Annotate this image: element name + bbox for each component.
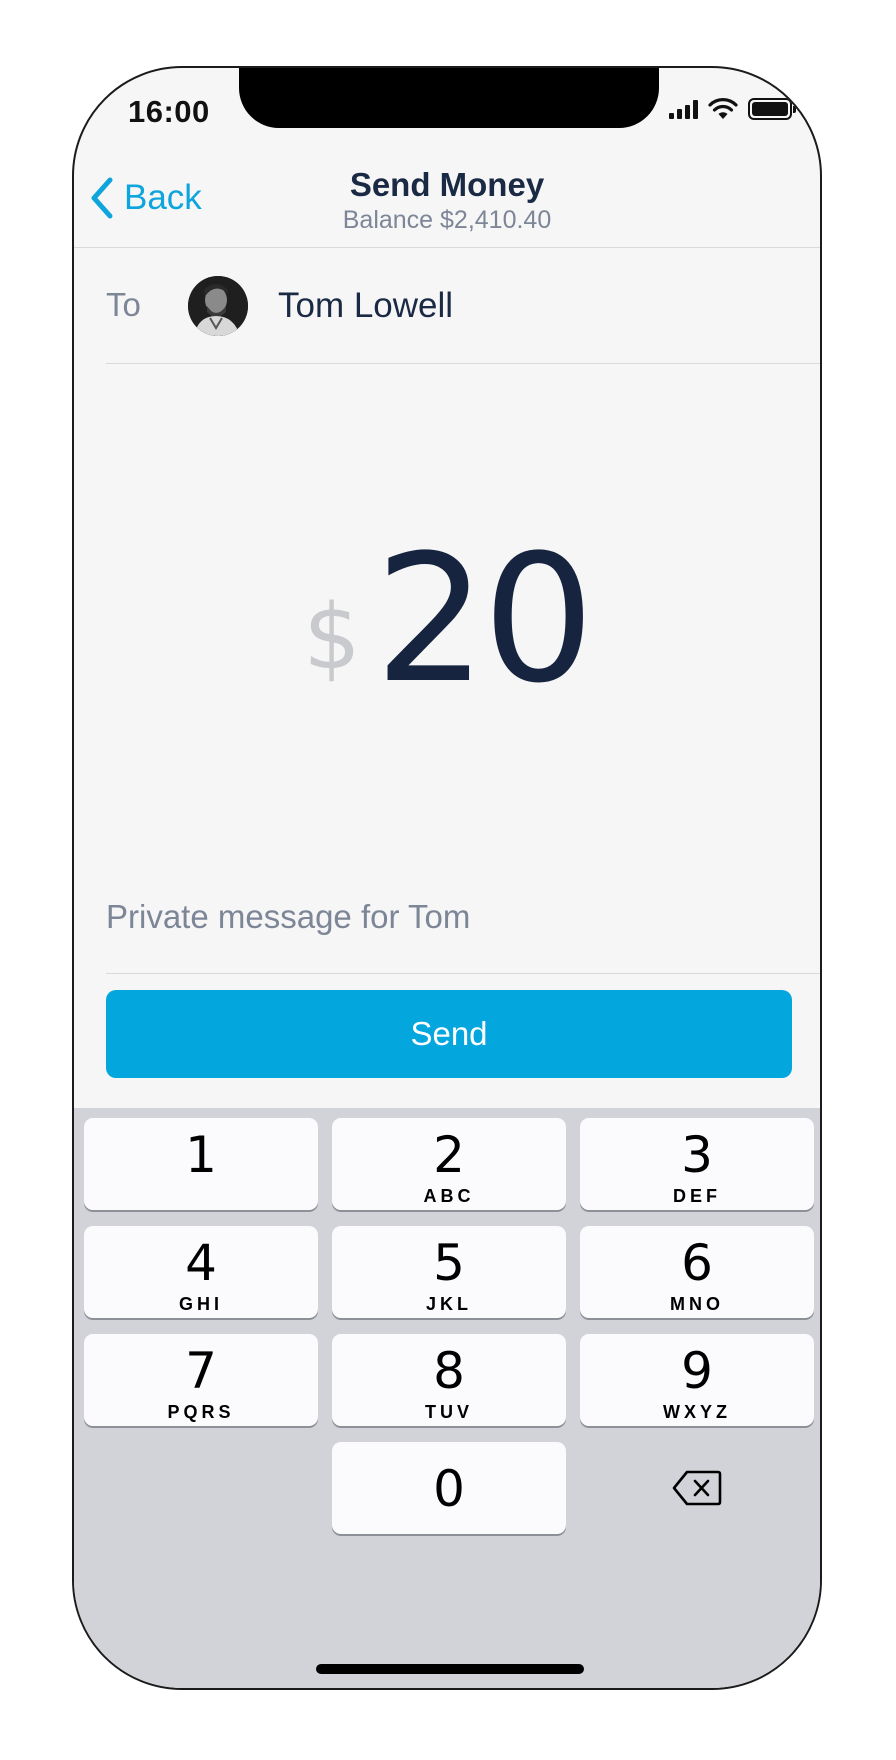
amount-display: $ 20 bbox=[74, 528, 820, 708]
key-6[interactable]: 6 MNO bbox=[580, 1226, 814, 1318]
private-message-input[interactable] bbox=[106, 888, 820, 936]
key-letters: JKL bbox=[425, 1294, 472, 1314]
key-3[interactable]: 3 DEF bbox=[580, 1118, 814, 1210]
page-title: Send Money bbox=[349, 166, 545, 203]
key-digit: 5 bbox=[433, 1234, 465, 1292]
wifi-icon bbox=[708, 98, 738, 119]
key-letters: TUV bbox=[425, 1402, 473, 1422]
key-letters: GHI bbox=[178, 1294, 223, 1314]
key-7[interactable]: 7 PQRS bbox=[84, 1334, 318, 1426]
avatar bbox=[188, 276, 248, 336]
battery-icon bbox=[748, 98, 796, 120]
message-field-row bbox=[106, 888, 820, 974]
recipient-label: To bbox=[106, 286, 141, 323]
recipient-name: Tom Lowell bbox=[278, 286, 454, 325]
key-digit: 0 bbox=[433, 1460, 465, 1518]
home-indicator bbox=[316, 1664, 584, 1674]
recipient-row[interactable]: To Tom Lowell bbox=[106, 248, 820, 364]
currency-symbol: $ bbox=[303, 585, 361, 690]
key-4[interactable]: 4 GHI bbox=[84, 1226, 318, 1318]
key-8[interactable]: 8 TUV bbox=[332, 1334, 566, 1426]
key-letters: DEF bbox=[673, 1186, 721, 1206]
cellular-signal-icon bbox=[669, 99, 698, 119]
key-letters: ABC bbox=[423, 1186, 475, 1206]
key-digit: 6 bbox=[681, 1234, 713, 1292]
send-button[interactable]: Send bbox=[106, 990, 792, 1078]
key-1[interactable]: 1 bbox=[84, 1118, 318, 1210]
key-letters: WXYZ bbox=[663, 1402, 731, 1422]
delete-key[interactable] bbox=[580, 1442, 814, 1534]
balance-subtitle: Balance $2,410.40 bbox=[342, 206, 552, 234]
key-9[interactable]: 9 WXYZ bbox=[580, 1334, 814, 1426]
phone-frame: 16:00 Back Send Money Balance $2,410.40 … bbox=[72, 66, 822, 1690]
amount-value: 20 bbox=[374, 517, 595, 722]
key-digit: 1 bbox=[185, 1126, 217, 1184]
key-0[interactable]: 0 bbox=[332, 1442, 566, 1534]
navigation-bar: Back Send Money Balance $2,410.40 bbox=[74, 156, 820, 248]
key-digit: 2 bbox=[433, 1126, 465, 1184]
backspace-icon bbox=[672, 1470, 722, 1506]
key-letters: MNO bbox=[670, 1294, 724, 1314]
key-digit: 9 bbox=[681, 1342, 713, 1400]
key-letters: PQRS bbox=[167, 1402, 235, 1422]
key-digit: 3 bbox=[681, 1126, 713, 1184]
key-digit: 4 bbox=[185, 1234, 217, 1292]
status-time: 16:00 bbox=[128, 94, 210, 129]
notch bbox=[239, 68, 659, 128]
key-digit: 7 bbox=[185, 1342, 217, 1400]
numeric-keypad: 1 2 ABC 3 DEF 4 GHI 5 JKL 6 MNO 7 PQRS 8… bbox=[74, 1108, 820, 1688]
key-5[interactable]: 5 JKL bbox=[332, 1226, 566, 1318]
key-digit: 8 bbox=[433, 1342, 465, 1400]
key-2[interactable]: 2 ABC bbox=[332, 1118, 566, 1210]
status-icons bbox=[669, 98, 796, 120]
